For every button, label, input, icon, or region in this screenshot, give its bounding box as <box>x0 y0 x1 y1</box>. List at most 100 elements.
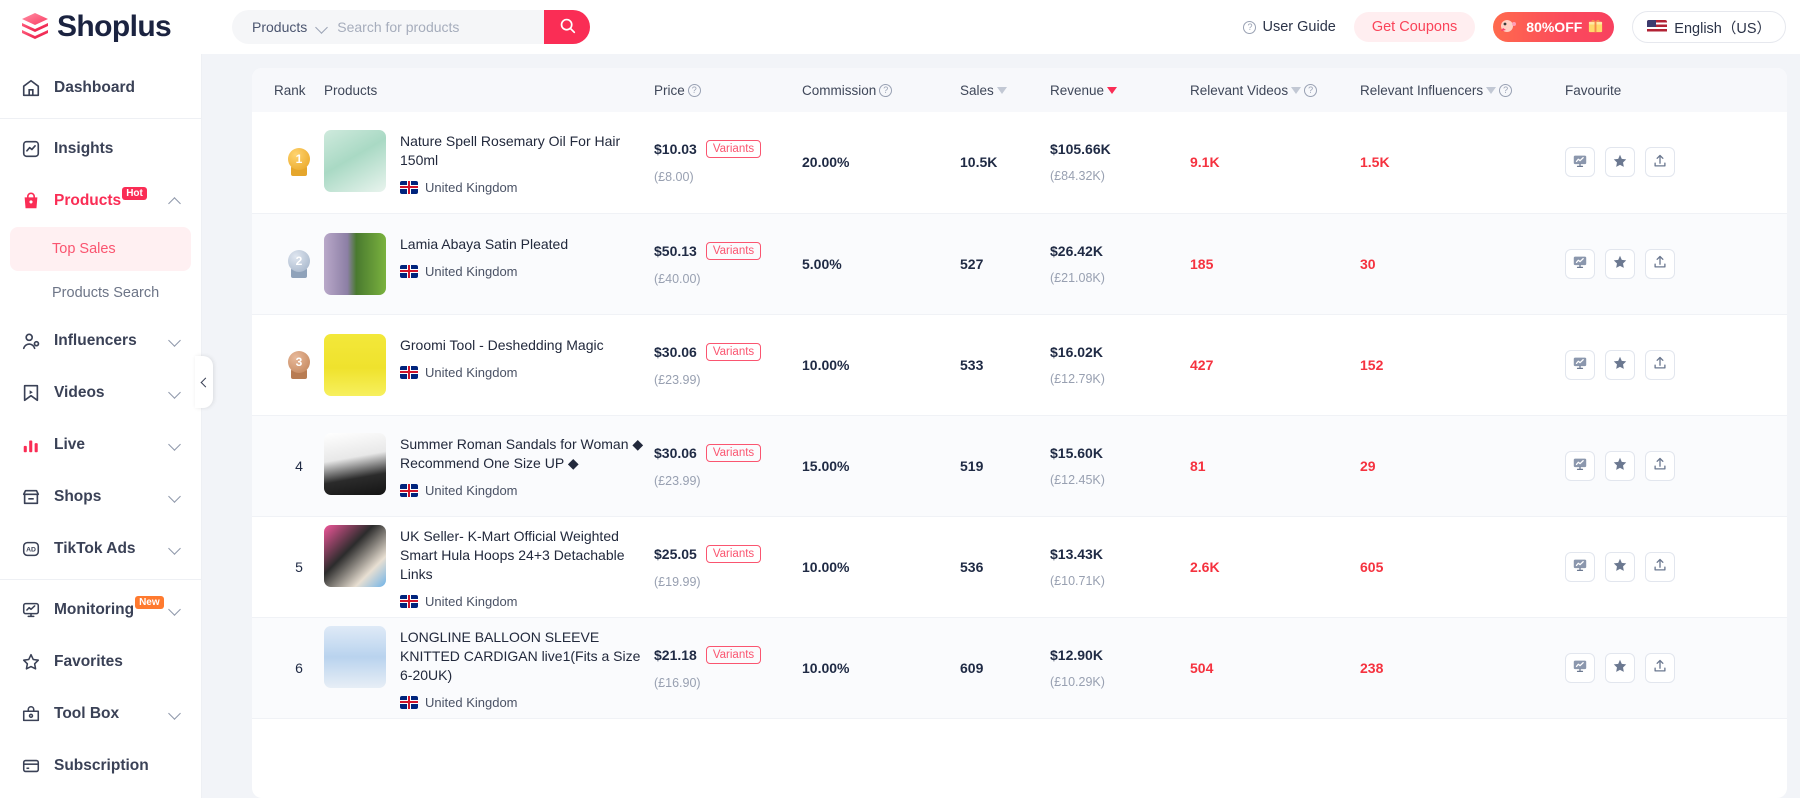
sidebar-item-live[interactable]: Live <box>0 419 201 471</box>
cell-product[interactable]: LONGLINE BALLOON SLEEVE KNITTED CARDIGAN… <box>324 617 654 719</box>
sidebar-item-monitoring[interactable]: Monitoring New <box>0 584 201 636</box>
product-title[interactable]: UK Seller- K-Mart Official Weighted Smar… <box>400 527 644 584</box>
favourite-star-button[interactable] <box>1605 652 1635 683</box>
brand-logo[interactable]: Shoplus <box>0 0 202 54</box>
cell-relevant-videos[interactable]: 185 <box>1190 213 1360 315</box>
chevron-down-icon[interactable] <box>168 707 181 720</box>
relevant-influencers-count[interactable]: 605 <box>1360 559 1383 575</box>
chevron-down-icon[interactable] <box>315 20 329 34</box>
help-icon[interactable]: ? <box>879 83 893 97</box>
chevron-up-icon[interactable] <box>168 197 181 210</box>
variants-tag[interactable]: Variants <box>705 140 762 159</box>
relevant-influencers-count[interactable]: 1.5K <box>1360 154 1390 170</box>
chevron-down-icon[interactable] <box>168 542 181 555</box>
sidebar-item-tool-box[interactable]: Tool Box <box>0 688 201 740</box>
relevant-videos-count[interactable]: 185 <box>1190 256 1213 272</box>
export-action-button[interactable] <box>1645 652 1675 683</box>
cell-relevant-influencers[interactable]: 29 <box>1360 415 1565 517</box>
col-products[interactable]: Products <box>324 68 654 112</box>
product-title[interactable]: Lamia Abaya Satin Pleated <box>400 235 568 254</box>
relevant-videos-count[interactable]: 2.6K <box>1190 559 1220 575</box>
cell-relevant-influencers[interactable]: 30 <box>1360 213 1565 315</box>
relevant-videos-count[interactable]: 9.1K <box>1190 154 1220 170</box>
help-icon[interactable]: ? <box>687 83 701 97</box>
table-row[interactable]: 5 UK Seller- K-Mart Official Weighted Sm… <box>252 516 1787 618</box>
help-icon[interactable]: ? <box>1499 83 1513 97</box>
sidebar-item-top-sales[interactable]: Top Sales <box>10 227 191 271</box>
col-price[interactable]: Price ? <box>654 68 802 112</box>
table-row[interactable]: 1 Nature Spell Rosemary Oil For Hair 150… <box>252 112 1787 214</box>
monitor-action-button[interactable] <box>1565 248 1595 279</box>
sidebar-item-influencers[interactable]: Influencers <box>0 315 201 367</box>
cell-relevant-influencers[interactable]: 152 <box>1360 314 1565 416</box>
chevron-down-icon[interactable] <box>168 603 181 616</box>
table-row[interactable]: 4 Summer Roman Sandals for Woman ◆ Recom… <box>252 415 1787 517</box>
export-action-button[interactable] <box>1645 248 1675 279</box>
offer-promo-button[interactable]: 80%OFF <box>1493 12 1615 42</box>
col-rank[interactable]: Rank <box>252 68 324 112</box>
relevant-influencers-count[interactable]: 152 <box>1360 357 1383 373</box>
search-bar[interactable]: Products <box>232 10 590 44</box>
variants-tag[interactable]: Variants <box>705 241 762 260</box>
product-title[interactable]: Nature Spell Rosemary Oil For Hair 150ml <box>400 132 644 170</box>
cell-product[interactable]: UK Seller- K-Mart Official Weighted Smar… <box>324 516 654 618</box>
sidebar-collapse-handle[interactable] <box>195 356 213 408</box>
product-title[interactable]: LONGLINE BALLOON SLEEVE KNITTED CARDIGAN… <box>400 628 644 685</box>
table-row[interactable]: 2 Lamia Abaya Satin Pleated United Kingd… <box>252 213 1787 315</box>
variants-tag[interactable]: Variants <box>705 544 762 563</box>
search-button[interactable] <box>544 10 590 44</box>
user-guide-button[interactable]: ? User Guide <box>1243 19 1336 35</box>
cell-product[interactable]: Summer Roman Sandals for Woman ◆ Recomme… <box>324 415 654 517</box>
export-action-button[interactable] <box>1645 147 1675 178</box>
sidebar-item-subscription[interactable]: Subscription <box>0 740 201 792</box>
cell-relevant-videos[interactable]: 504 <box>1190 617 1360 719</box>
sort-desc-active-icon[interactable] <box>1107 86 1118 94</box>
relevant-influencers-count[interactable]: 238 <box>1360 660 1383 676</box>
product-thumbnail[interactable] <box>324 129 386 192</box>
table-row[interactable]: 3 Groomi Tool - Deshedding Magic United … <box>252 314 1787 416</box>
chevron-down-icon[interactable] <box>168 438 181 451</box>
variants-tag[interactable]: Variants <box>705 342 762 361</box>
cell-product[interactable]: Nature Spell Rosemary Oil For Hair 150ml… <box>324 112 654 214</box>
relevant-videos-count[interactable]: 81 <box>1190 458 1206 474</box>
cell-product[interactable]: Groomi Tool - Deshedding Magic United Ki… <box>324 314 654 416</box>
cell-relevant-videos[interactable]: 81 <box>1190 415 1360 517</box>
sidebar-item-shops[interactable]: Shops <box>0 471 201 523</box>
chevron-down-icon[interactable] <box>168 386 181 399</box>
cell-relevant-videos[interactable]: 2.6K <box>1190 516 1360 618</box>
monitor-action-button[interactable] <box>1565 450 1595 481</box>
variants-tag[interactable]: Variants <box>705 443 762 462</box>
search-input[interactable] <box>333 10 544 44</box>
col-relevant-videos[interactable]: Relevant Videos ? <box>1190 68 1360 112</box>
cell-relevant-influencers[interactable]: 238 <box>1360 617 1565 719</box>
sidebar-item-insights[interactable]: Insights <box>0 123 201 175</box>
cell-relevant-videos[interactable]: 9.1K <box>1190 112 1360 214</box>
chevron-down-icon[interactable] <box>168 334 181 347</box>
table-row[interactable]: 6 LONGLINE BALLOON SLEEVE KNITTED CARDIG… <box>252 617 1787 719</box>
sort-desc-icon[interactable] <box>1486 86 1497 94</box>
product-thumbnail[interactable] <box>324 625 386 688</box>
col-relevant-influencers[interactable]: Relevant Influencers ? <box>1360 68 1565 112</box>
product-thumbnail[interactable] <box>324 333 386 396</box>
col-revenue[interactable]: Revenue <box>1050 68 1190 112</box>
favourite-star-button[interactable] <box>1605 450 1635 481</box>
sidebar-item-favorites[interactable]: Favorites <box>0 636 201 688</box>
product-title[interactable]: Groomi Tool - Deshedding Magic <box>400 336 604 355</box>
favourite-star-button[interactable] <box>1605 551 1635 582</box>
language-selector[interactable]: English（US） <box>1632 11 1786 43</box>
export-action-button[interactable] <box>1645 450 1675 481</box>
variants-tag[interactable]: Variants <box>705 645 762 664</box>
cell-relevant-influencers[interactable]: 605 <box>1360 516 1565 618</box>
cell-relevant-videos[interactable]: 427 <box>1190 314 1360 416</box>
col-sales[interactable]: Sales <box>960 68 1050 112</box>
product-title[interactable]: Summer Roman Sandals for Woman ◆ Recomme… <box>400 435 644 473</box>
relevant-influencers-count[interactable]: 29 <box>1360 458 1376 474</box>
relevant-videos-count[interactable]: 504 <box>1190 660 1213 676</box>
monitor-action-button[interactable] <box>1565 349 1595 380</box>
sidebar-item-videos[interactable]: Videos <box>0 367 201 419</box>
favourite-star-button[interactable] <box>1605 349 1635 380</box>
sort-desc-icon[interactable] <box>996 86 1007 94</box>
relevant-videos-count[interactable]: 427 <box>1190 357 1213 373</box>
sidebar-item-dashboard[interactable]: Dashboard <box>0 62 201 114</box>
get-coupons-button[interactable]: Get Coupons <box>1353 12 1476 42</box>
